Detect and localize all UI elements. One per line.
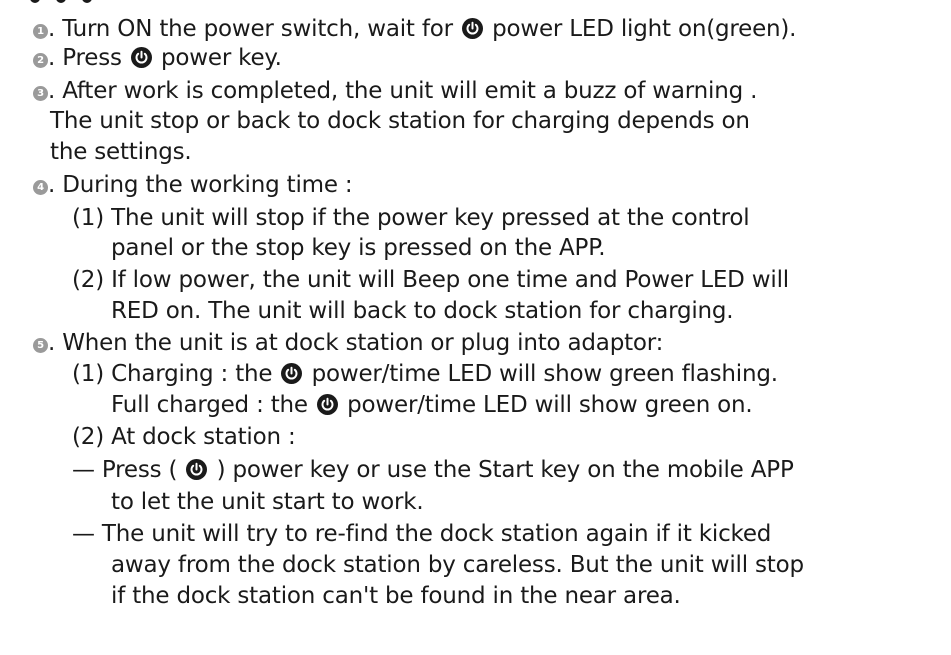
step-text: power key. xyxy=(153,45,282,71)
power-button-icon xyxy=(130,47,152,68)
power-button-icon xyxy=(186,459,208,480)
step-text: . Turn ON the power switch, wait for xyxy=(48,16,460,42)
step-text: . During the working time : xyxy=(48,172,353,198)
step-5-line-8: away from the dock station by careless. … xyxy=(111,550,804,580)
step-text: if the dock station can't be found in th… xyxy=(111,583,681,609)
step-text: . When the unit is at dock station or pl… xyxy=(48,330,664,356)
step-5-line-5: — Press ( ) power key or use the Start k… xyxy=(72,455,794,485)
step-text: . Press xyxy=(48,45,129,71)
step-number-icon: 2 xyxy=(33,53,48,68)
step-text: (1) Charging : the xyxy=(72,361,280,387)
step-text: power/time LED will show green on. xyxy=(340,392,753,418)
step-5-line-2: (1) Charging : the power/time LED will s… xyxy=(72,359,778,389)
step-number-icon: 3 xyxy=(33,86,48,101)
step-text: power/time LED will show green flashing. xyxy=(304,361,778,387)
step-1-line-1: 1. Turn ON the power switch, wait for po… xyxy=(33,14,796,44)
power-button-icon xyxy=(461,18,483,39)
step-4-line-3: panel or the stop key is pressed on the … xyxy=(111,233,606,263)
step-4-line-4: (2) If low power, the unit will Beep one… xyxy=(72,265,789,295)
cropped-heading-fragment xyxy=(30,0,170,4)
step-5-line-9: if the dock station can't be found in th… xyxy=(111,581,681,611)
step-3-line-3: the settings. xyxy=(50,137,192,167)
step-text: (2) At dock station : xyxy=(72,424,296,450)
power-button-icon xyxy=(317,394,338,415)
step-3-line-1: 3. After work is completed, the unit wil… xyxy=(33,76,757,106)
step-text: (1) The unit will stop if the power key … xyxy=(72,205,750,231)
step-text: . After work is completed, the unit will… xyxy=(48,78,758,104)
step-4-line-2: (1) The unit will stop if the power key … xyxy=(72,203,750,233)
step-5-line-1: 5. When the unit is at dock station or p… xyxy=(33,328,663,358)
step-text: — Press ( xyxy=(72,457,185,483)
step-text: the settings. xyxy=(50,139,192,165)
step-5-line-4: (2) At dock station : xyxy=(72,422,296,452)
step-text: (2) If low power, the unit will Beep one… xyxy=(72,267,789,293)
step-text: Full charged : the xyxy=(111,392,315,418)
step-2-line-1: 2. Press power key. xyxy=(33,43,282,73)
step-text: to let the unit start to work. xyxy=(111,489,424,515)
step-5-line-6: to let the unit start to work. xyxy=(111,487,424,517)
step-4-line-1: 4. During the working time : xyxy=(33,170,353,200)
step-text: RED on. The unit will back to dock stati… xyxy=(111,298,734,324)
step-4-line-5: RED on. The unit will back to dock stati… xyxy=(111,296,734,326)
step-text: — The unit will try to re-find the dock … xyxy=(72,521,772,547)
step-text: The unit stop or back to dock station fo… xyxy=(50,108,750,134)
step-number-icon: 1 xyxy=(33,24,48,39)
step-text: ) power key or use the Start key on the … xyxy=(209,457,794,483)
step-5-line-3: Full charged : the power/time LED will s… xyxy=(111,390,753,420)
step-text: away from the dock station by careless. … xyxy=(111,552,804,578)
step-text: panel or the stop key is pressed on the … xyxy=(111,235,606,261)
step-text: power LED light on(green). xyxy=(484,16,797,42)
instruction-page: 1. Turn ON the power switch, wait for po… xyxy=(0,0,951,655)
power-button-icon xyxy=(281,363,303,384)
step-5-line-7: — The unit will try to re-find the dock … xyxy=(72,519,771,549)
step-3-line-2: The unit stop or back to dock station fo… xyxy=(50,106,750,136)
step-number-icon: 4 xyxy=(33,180,48,195)
step-number-icon: 5 xyxy=(33,338,48,353)
